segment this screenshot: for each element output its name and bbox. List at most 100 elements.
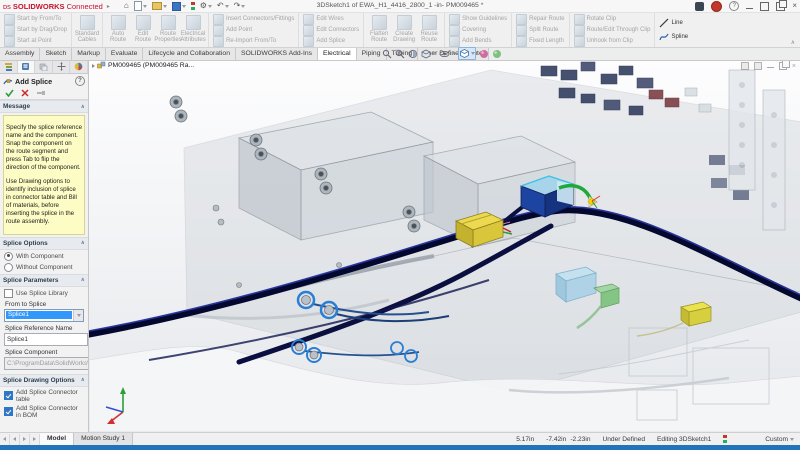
unhook-from-clip-button[interactable]: Unhook from Clip <box>574 36 651 46</box>
units-selector[interactable]: Custom <box>765 436 794 443</box>
tab-assembly[interactable]: Assembly <box>0 47 40 60</box>
new-document-button[interactable] <box>134 1 147 11</box>
use-splice-library-option[interactable]: Use Splice Library <box>0 287 88 298</box>
route-through-clip-button[interactable]: Route/Edit Through Clip <box>574 25 651 35</box>
rotate-clip-button[interactable]: Rotate Clip <box>574 14 651 24</box>
hide-show-items-button[interactable] <box>439 49 455 59</box>
edit-appearance-button[interactable] <box>479 49 489 59</box>
repair-route-button[interactable]: Repair Route <box>516 14 564 24</box>
3d-model-scene[interactable] <box>89 60 800 433</box>
spline-tool-button[interactable]: Spline <box>659 32 688 42</box>
auto-route-button[interactable]: Auto Route <box>107 14 129 46</box>
cancel-button[interactable] <box>21 89 29 97</box>
splice-reference-name-input[interactable] <box>4 333 88 346</box>
start-by-fromto-button[interactable]: Start by From/To <box>4 14 67 24</box>
splice-drawing-options-header[interactable]: Splice Drawing Options ∧ <box>0 374 88 387</box>
app-launcher-icon[interactable] <box>695 2 704 11</box>
redo-button[interactable]: ↷ <box>234 2 246 10</box>
zoom-to-fit-button[interactable] <box>382 49 392 59</box>
show-guidelines-button[interactable]: Show Guidelines <box>449 14 507 24</box>
restore-button[interactable] <box>776 2 785 11</box>
tab-scroll-first-button[interactable] <box>0 434 10 445</box>
user-avatar[interactable] <box>711 1 722 12</box>
motion-study-tab[interactable]: Motion Study 1 <box>74 433 133 445</box>
pin-keep-visible-button[interactable] <box>36 89 46 97</box>
covering-button[interactable]: Covering <box>449 25 507 35</box>
splice-parameters-header[interactable]: Splice Parameters ∧ <box>0 274 88 287</box>
flatten-route-button[interactable]: Flatten Route <box>368 14 390 46</box>
displaymanager-tab[interactable] <box>70 60 88 73</box>
tab-sketch[interactable]: Sketch <box>40 47 72 60</box>
sync-status-button[interactable] <box>191 2 195 10</box>
tab-addins[interactable]: SOLIDWORKS Add-Ins <box>236 47 318 60</box>
reuse-route-button[interactable]: Reuse Route <box>418 14 440 46</box>
reimport-fromto-button[interactable]: Re-Import From/To <box>213 36 294 46</box>
tab-markup[interactable]: Markup <box>72 47 106 60</box>
doc-minimize-button[interactable] <box>767 67 774 68</box>
tab-scroll-next-button[interactable] <box>20 434 30 445</box>
zoom-to-area-button[interactable] <box>395 49 405 59</box>
close-button[interactable]: × <box>792 2 797 10</box>
display-style-button[interactable] <box>421 49 436 59</box>
configurationmanager-tab[interactable] <box>35 60 53 73</box>
edit-connectors-button[interactable]: Edit Connectors <box>303 25 359 35</box>
tab-electrical[interactable]: Electrical <box>318 47 357 60</box>
ribbon-collapse-icon[interactable]: ∧ <box>791 39 795 46</box>
splice-options-header[interactable]: Splice Options ∧ <box>0 237 88 250</box>
section-view-button[interactable] <box>408 49 418 59</box>
undo-button[interactable]: ↶ <box>217 2 229 10</box>
doc-icon[interactable] <box>754 62 762 70</box>
create-drawing-button[interactable]: Create Drawing <box>393 14 415 46</box>
standard-cables-button[interactable]: Standard Cables <box>76 14 98 46</box>
message-section-header[interactable]: Message ∧ <box>0 100 88 113</box>
maximize-button[interactable] <box>760 2 769 11</box>
graphics-viewport[interactable]: PM009465 (PM009465 Ra... × <box>89 60 800 433</box>
edit-route-button[interactable]: Edit Route <box>132 14 154 46</box>
start-at-point-button[interactable]: Start at Point <box>4 36 67 46</box>
apply-scene-button[interactable] <box>492 49 502 59</box>
model-tab[interactable]: Model <box>40 433 74 445</box>
electrical-attributes-button[interactable]: Electrical Attributes <box>182 14 204 46</box>
doc-close-button[interactable]: × <box>792 63 796 70</box>
add-connector-table-option[interactable]: Add Splice Connector table <box>0 387 88 403</box>
help-button[interactable]: ? <box>729 1 739 11</box>
add-bends-button[interactable]: Add Bends <box>449 36 507 46</box>
use-splice-library-checkbox[interactable] <box>4 289 13 298</box>
dimxpertmanager-tab[interactable] <box>53 60 71 73</box>
insert-connectors-button[interactable]: Insert Connectors/Fittings <box>213 14 294 24</box>
route-properties-button[interactable]: Route Properties <box>157 14 179 46</box>
split-route-button[interactable]: Split Route <box>516 25 564 35</box>
fixed-length-button[interactable]: Fixed Length <box>516 36 564 46</box>
doc-icon[interactable] <box>741 62 749 70</box>
add-connector-bom-option[interactable]: Add Splice Connector in BOM <box>0 403 88 419</box>
radio-with-component[interactable] <box>4 252 13 261</box>
menu-expand-icon[interactable]: ▸ <box>107 3 110 10</box>
ok-button[interactable] <box>5 89 14 97</box>
line-tool-button[interactable]: Line <box>659 18 688 28</box>
from-to-splice-dropdown[interactable]: Splice1 <box>4 309 84 322</box>
save-button[interactable] <box>172 2 186 11</box>
feature-tree-flyout[interactable]: PM009465 (PM009465 Ra... <box>92 61 194 70</box>
dropdown-button[interactable] <box>73 310 83 321</box>
start-by-dragdrop-button[interactable]: Start by Drag/Drop <box>4 25 67 35</box>
home-button[interactable]: ⌂ <box>124 2 129 10</box>
add-point-button[interactable]: Add Point <box>213 25 294 35</box>
without-component-option[interactable]: Without Component <box>0 261 88 274</box>
add-splice-button[interactable]: Add Splice <box>303 36 359 46</box>
doc-restore-button[interactable] <box>779 62 787 70</box>
options-button[interactable]: ⚙ <box>200 2 212 10</box>
panel-help-icon[interactable]: ? <box>75 76 85 86</box>
open-button[interactable] <box>152 2 167 10</box>
tab-scroll-prev-button[interactable] <box>10 434 20 445</box>
featuremanager-tab[interactable] <box>0 60 18 73</box>
tab-scroll-last-button[interactable] <box>30 434 40 445</box>
propertymanager-tab[interactable] <box>18 60 36 73</box>
splice-component-path-input[interactable] <box>4 357 89 370</box>
radio-without-component[interactable] <box>4 263 13 272</box>
tab-evaluate[interactable]: Evaluate <box>106 47 143 60</box>
connector-table-checkbox[interactable] <box>4 391 13 400</box>
minimize-button[interactable] <box>746 8 753 9</box>
view-orientation-button[interactable] <box>458 47 476 60</box>
with-component-option[interactable]: With Component <box>0 250 88 261</box>
tab-lifecycle[interactable]: Lifecycle and Collaboration <box>143 47 236 60</box>
